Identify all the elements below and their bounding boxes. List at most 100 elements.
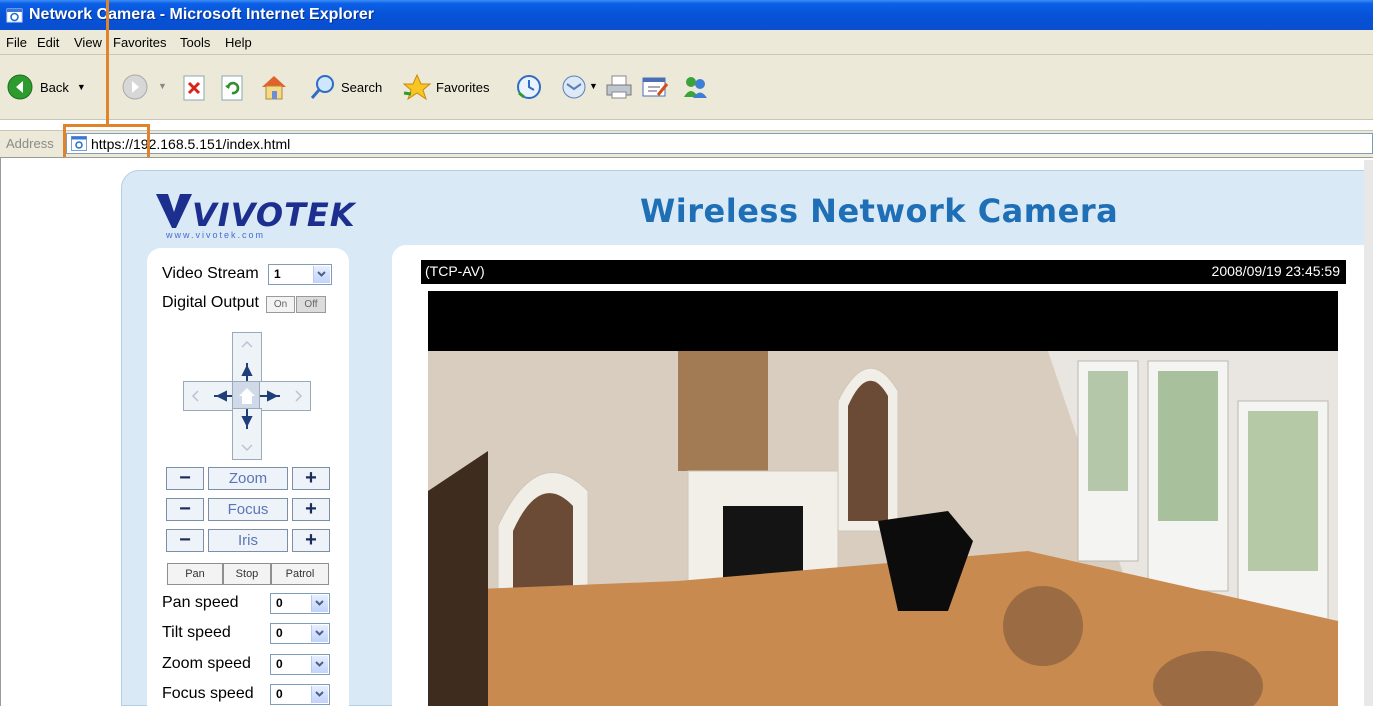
edit-page-icon xyxy=(642,77,669,97)
digital-output-off-button[interactable]: Off xyxy=(296,296,326,313)
print-button[interactable] xyxy=(604,73,634,106)
history-button[interactable] xyxy=(514,73,544,106)
callout-line xyxy=(106,0,109,124)
arrow-left-icon xyxy=(191,390,234,402)
page-scrollbar[interactable] xyxy=(1364,160,1373,706)
tilt-speed-value: 0 xyxy=(276,626,283,640)
digital-output-on-button[interactable]: On xyxy=(266,296,295,313)
video-stream-select[interactable]: 1 xyxy=(268,264,332,285)
chevron-down-icon xyxy=(311,656,328,673)
menu-tools[interactable]: Tools xyxy=(180,35,210,50)
search-label: Search xyxy=(341,79,383,95)
stop-button[interactable] xyxy=(182,75,208,106)
pan-right-button[interactable] xyxy=(259,381,311,411)
tilt-speed-label: Tilt speed xyxy=(162,624,231,641)
menu-file[interactable]: File xyxy=(6,35,27,50)
home-icon xyxy=(239,388,255,404)
favorites-label: Favorites xyxy=(436,79,490,95)
iris-close-button[interactable]: − xyxy=(166,529,204,552)
favorites-button[interactable]: Favorites xyxy=(402,73,489,101)
pan-left-button[interactable] xyxy=(183,381,235,411)
focus-speed-label: Focus speed xyxy=(162,685,254,702)
back-button[interactable]: Back ▼ xyxy=(6,73,86,101)
focus-near-button[interactable]: − xyxy=(166,498,204,521)
address-input[interactable]: https://192.168.5.151/index.html xyxy=(66,133,1373,154)
refresh-icon xyxy=(221,75,243,101)
print-icon xyxy=(606,75,632,99)
iris-control: − Iris + xyxy=(166,529,330,552)
patrol-button[interactable]: Patrol xyxy=(271,563,329,585)
zoom-out-button[interactable]: − xyxy=(166,467,204,490)
home-position-button[interactable] xyxy=(232,381,262,411)
window-titlebar: Network Camera - Microsoft Internet Expl… xyxy=(0,0,1373,30)
menu-help[interactable]: Help xyxy=(225,35,252,50)
focus-speed-select[interactable]: 0 xyxy=(270,684,330,705)
zoom-speed-value: 0 xyxy=(276,657,283,671)
menu-bar: File Edit View Favorites Tools Help xyxy=(0,30,1373,55)
iris-open-button[interactable]: + xyxy=(292,529,330,552)
edit-page-button[interactable] xyxy=(640,73,670,106)
chevron-down-icon xyxy=(311,595,328,612)
menu-edit[interactable]: Edit xyxy=(37,35,59,50)
forward-arrow-icon xyxy=(122,74,148,100)
messenger-icon xyxy=(684,77,707,98)
search-button[interactable]: Search xyxy=(309,73,382,101)
tilt-up-button[interactable] xyxy=(232,332,262,384)
zoom-in-button[interactable]: + xyxy=(292,467,330,490)
chevron-down-icon xyxy=(311,625,328,642)
favorites-star-icon xyxy=(402,73,432,101)
forward-dropdown-icon[interactable]: ▼ xyxy=(158,81,167,91)
video-stream-value: 1 xyxy=(274,267,281,281)
menu-favorites[interactable]: Favorites xyxy=(113,35,166,50)
window-title: Network Camera - Microsoft Internet Expl… xyxy=(29,6,374,23)
camera-scene-image xyxy=(428,291,1338,706)
digital-output-label: Digital Output xyxy=(162,294,259,311)
stop-icon xyxy=(183,75,205,101)
mail-button[interactable]: ▼ xyxy=(560,73,598,106)
back-dropdown-icon[interactable]: ▼ xyxy=(77,82,86,92)
arrow-up-icon xyxy=(241,340,253,383)
zoom-speed-select[interactable]: 0 xyxy=(270,654,330,675)
chevron-down-icon xyxy=(313,266,330,283)
pan-speed-value: 0 xyxy=(276,596,283,610)
ie-window-icon xyxy=(6,8,23,23)
pan-button[interactable]: Pan xyxy=(167,563,223,585)
pan-speed-label: Pan speed xyxy=(162,594,239,611)
tilt-speed-select[interactable]: 0 xyxy=(270,623,330,644)
mail-dropdown-icon[interactable]: ▼ xyxy=(589,81,598,91)
focus-label: Focus xyxy=(208,498,288,521)
back-arrow-icon xyxy=(7,74,33,100)
chevron-down-icon xyxy=(311,686,328,703)
stream-protocol: (TCP-AV) xyxy=(425,263,485,279)
address-bar: Address https://192.168.5.151/index.html xyxy=(0,130,1373,158)
refresh-button[interactable] xyxy=(220,75,246,106)
video-timestamp: 2008/09/19 23:45:59 xyxy=(1211,263,1340,279)
focus-control: − Focus + xyxy=(166,498,330,521)
logo-wordmark: VIVOTEK xyxy=(192,196,356,234)
zoom-speed-label: Zoom speed xyxy=(162,655,251,672)
messenger-button[interactable] xyxy=(680,73,710,106)
logo-mark-icon xyxy=(156,194,192,228)
mail-icon xyxy=(562,75,586,99)
home-icon xyxy=(262,76,286,100)
zoom-control: − Zoom + xyxy=(166,467,330,490)
zoom-label: Zoom xyxy=(208,467,288,490)
vivotek-logo: VIVOTEK www.vivotek.com xyxy=(152,188,355,240)
forward-button[interactable] xyxy=(121,73,149,106)
video-caption-bar: (TCP-AV) 2008/09/19 23:45:59 xyxy=(421,260,1346,284)
pan-patrol-buttons: Pan Stop Patrol xyxy=(167,563,329,585)
stop-ptz-button[interactable]: Stop xyxy=(223,563,271,585)
history-icon xyxy=(517,75,541,99)
arrow-right-icon xyxy=(260,390,303,402)
menu-view[interactable]: View xyxy=(74,35,102,50)
ie-toolbar: Back ▼ ▼ Search Favorites ▼ xyxy=(0,55,1373,120)
focus-far-button[interactable]: + xyxy=(292,498,330,521)
pan-speed-select[interactable]: 0 xyxy=(270,593,330,614)
page-title: Wireless Network Camera xyxy=(640,192,1119,230)
home-button[interactable] xyxy=(259,73,289,106)
logo-subtext: www.vivotek.com xyxy=(166,230,266,240)
live-video[interactable] xyxy=(428,291,1338,706)
arrow-down-icon xyxy=(241,409,253,452)
tilt-down-button[interactable] xyxy=(232,408,262,460)
address-label: Address xyxy=(6,136,54,151)
